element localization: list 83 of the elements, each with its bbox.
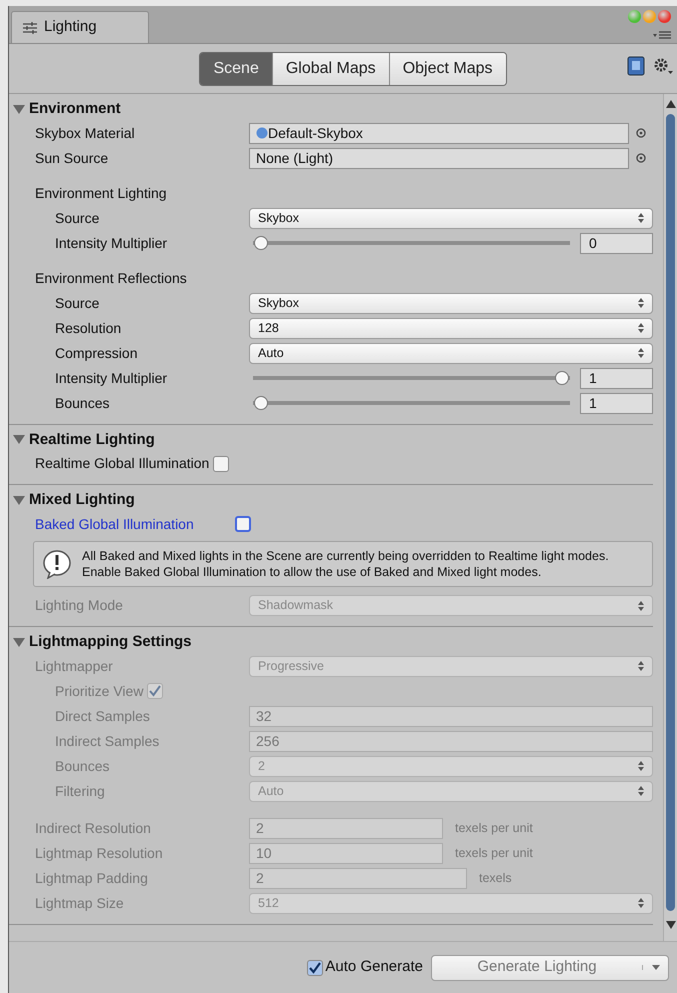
field-label: Lighting Mode [34, 596, 124, 615]
menu-icon[interactable] [653, 30, 671, 40]
field-label: Realtime Global Illumination [34, 454, 210, 473]
checkbox[interactable] [307, 960, 324, 976]
unit-label: texels [478, 870, 512, 887]
window-title: Lighting [44, 17, 97, 38]
scroll-up-arrow-icon [666, 100, 676, 108]
unit-label: texels per unit [454, 844, 533, 862]
checkbox[interactable] [213, 456, 230, 472]
number-field[interactable]: 1 [580, 392, 653, 414]
window-tab[interactable]: Lighting [11, 11, 149, 43]
field-label: Intensity Multiplier [54, 368, 168, 388]
checkmark-icon [149, 685, 162, 697]
disclosure-triangle-icon[interactable] [13, 638, 25, 647]
dropdown-arrows-icon [638, 600, 644, 610]
scroll-down-arrow-icon [666, 921, 676, 929]
disclosure-triangle-icon[interactable] [13, 496, 25, 505]
field-label: Filtering [54, 782, 106, 801]
caret-icon [652, 965, 660, 970]
field-label: Intensity Multiplier [54, 234, 168, 253]
object-picker-icon[interactable] [636, 153, 646, 163]
checkbox-label: Auto Generate [325, 957, 423, 978]
field-label: Lightmap Size [34, 894, 125, 913]
section-title: Realtime Lighting [29, 430, 155, 450]
field-label: Bounces [54, 756, 110, 776]
field-label: Resolution [54, 318, 122, 338]
checkmark-icon [309, 962, 322, 974]
field-label: Indirect Resolution [34, 818, 152, 838]
dropdown-arrows-icon [638, 298, 644, 308]
dropdown-arrows-icon [638, 761, 644, 771]
dropdown-arrows-icon [638, 213, 644, 223]
tab[interactable]: Global Maps [272, 52, 389, 84]
dropdown-arrows-icon [638, 786, 644, 796]
close-button[interactable] [658, 10, 671, 23]
sliders-icon [22, 20, 38, 34]
field-label: Environment Lighting [34, 184, 167, 203]
scrollbar[interactable] [663, 94, 677, 941]
field-label: Source [54, 208, 100, 228]
unit-label: texels per unit [454, 820, 533, 837]
field-label: Lightmap Resolution [34, 844, 164, 863]
slider-thumb[interactable] [555, 371, 569, 385]
tab[interactable]: Scene [200, 52, 272, 84]
field-label: Direct Samples [54, 706, 151, 726]
field-label: Sun Source [34, 148, 110, 168]
section-title: Lightmapping Settings [29, 632, 192, 652]
field-label: Source [54, 294, 100, 312]
settings-icon[interactable] [653, 57, 673, 75]
scrollbar-thumb[interactable] [666, 114, 675, 911]
field-label: Compression [54, 344, 138, 363]
field-label: Environment Reflections [34, 268, 187, 288]
object-field[interactable]: Default-Skybox [249, 122, 629, 144]
number-field[interactable]: 0 [580, 232, 653, 254]
disclosure-triangle-icon[interactable] [13, 435, 25, 444]
sphere-icon [256, 127, 268, 139]
dropdown[interactable]: Auto [249, 342, 653, 364]
field-label: Lightmap Padding [34, 868, 149, 888]
section-title: Mixed Lighting [29, 490, 135, 510]
field-label: Prioritize View [54, 682, 144, 700]
tab[interactable]: Object Maps [388, 52, 506, 84]
dropdown[interactable]: Skybox [249, 292, 653, 314]
dropdown-arrows-icon [638, 898, 644, 908]
section-title: Environment [29, 99, 121, 119]
dropdown[interactable]: 128 [249, 318, 653, 338]
checkbox[interactable] [235, 516, 251, 532]
help-book-icon[interactable] [627, 56, 645, 76]
slider-thumb[interactable] [254, 396, 268, 410]
warning-bubble-icon [42, 548, 72, 579]
dropdown[interactable]: Skybox [249, 208, 653, 228]
generate-lighting-button[interactable]: Generate Lighting [431, 954, 669, 980]
field-label: Lightmapper [34, 656, 114, 676]
dropdown-arrows-icon [638, 661, 644, 671]
field-label: Indirect Samples [54, 732, 160, 751]
dropdown-arrows-icon [638, 348, 644, 358]
object-picker-icon[interactable] [636, 128, 646, 138]
number-field[interactable]: 1 [580, 368, 653, 388]
help-text: All Baked and Mixed lights in the Scene are currently being overridden to Realtime light modes. Enable Baked Global Illumination to allow the use of Baked and Mixed light modes. [82, 548, 610, 580]
slider-thumb[interactable] [254, 236, 268, 250]
dropdown-arrows-icon [638, 323, 644, 333]
disclosure-triangle-icon[interactable] [13, 104, 25, 114]
field-label: Baked Global Illumination [34, 514, 195, 534]
object-field[interactable]: None (Light) [249, 148, 629, 168]
field-label: Bounces [54, 394, 110, 412]
field-label: Skybox Material [34, 124, 136, 143]
